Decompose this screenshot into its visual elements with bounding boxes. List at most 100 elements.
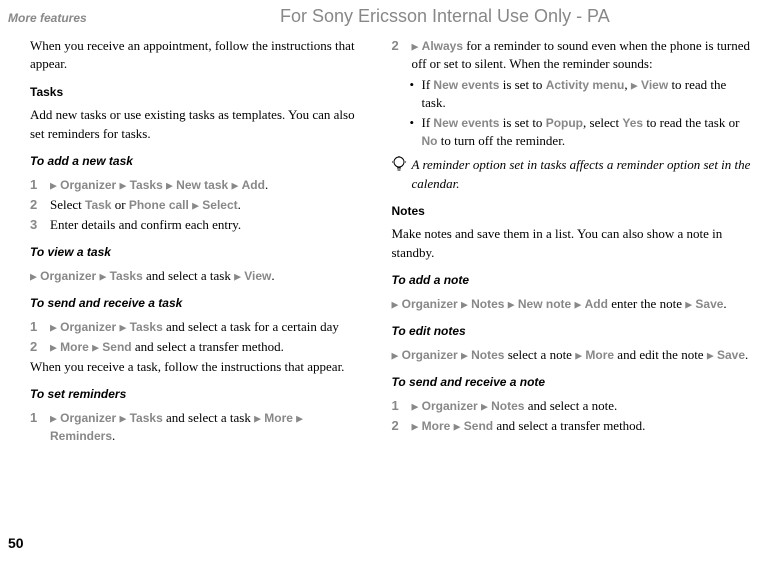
triangle-icon: ▶ (392, 299, 399, 309)
menu-item: Select (202, 198, 237, 212)
bullet-text: If New events is set to Popup, select Ye… (422, 114, 754, 150)
menu-item: More (422, 419, 451, 433)
text: , select (583, 115, 622, 130)
menu-item: Save (695, 297, 723, 311)
text: and select a transfer method. (132, 339, 284, 354)
receive-task-text: When you receive a task, follow the inst… (30, 358, 368, 376)
triangle-icon: ▶ (119, 414, 126, 424)
step-number: 2 (392, 417, 412, 435)
text: If (422, 77, 434, 92)
menu-item: Phone call (129, 198, 189, 212)
text: for a reminder to sound even when the ph… (412, 38, 751, 71)
menu-item: Organizer (40, 269, 96, 283)
menu-item: Organizer (422, 399, 478, 413)
menu-item: Notes (491, 399, 524, 413)
text: If (422, 115, 434, 130)
menu-item: Activity menu (546, 78, 625, 92)
lightbulb-icon (392, 156, 412, 172)
section-label: More features (8, 10, 87, 27)
menu-item: View (641, 78, 668, 92)
triangle-icon: ▶ (508, 299, 515, 309)
triangle-icon: ▶ (296, 414, 303, 424)
step-number: 2 (30, 196, 50, 214)
triangle-icon: ▶ (119, 180, 126, 190)
notes-heading: Notes (392, 203, 754, 220)
menu-item: Tasks (110, 269, 143, 283)
left-column: When you receive an appointment, follow … (30, 37, 392, 447)
period: . (271, 268, 274, 283)
menu-item: New events (433, 116, 499, 130)
triangle-icon: ▶ (119, 323, 126, 333)
view-task-heading: To view a task (30, 244, 368, 261)
edit-notes-heading: To edit notes (392, 323, 754, 340)
menu-item: More (264, 411, 293, 425)
step-number: 2 (30, 338, 50, 356)
menu-item: Organizer (60, 178, 116, 192)
text: and edit the note (614, 347, 707, 362)
set-reminders-heading: To set reminders (30, 386, 368, 403)
step-1: 1 ▶ Organizer ▶ Tasks and select a task … (30, 318, 368, 336)
step-1: 1 ▶ Organizer ▶ Tasks ▶ New task ▶ Add. (30, 176, 368, 194)
step-3: 3 Enter details and confirm each entry. (30, 216, 368, 234)
page-number: 50 (8, 534, 24, 554)
menu-item: No (422, 134, 438, 148)
step-number: 1 (30, 409, 50, 427)
step-text: ▶ More ▶ Send and select a transfer meth… (412, 417, 754, 435)
triangle-icon: ▶ (192, 200, 199, 210)
text: select a note (504, 347, 575, 362)
text: enter the note (608, 296, 685, 311)
menu-item: New task (176, 178, 228, 192)
step-2: 2 ▶ More ▶ Send and select a transfer me… (30, 338, 368, 356)
menu-item: Save (717, 348, 745, 362)
triangle-icon: ▶ (685, 299, 692, 309)
menu-item: New events (433, 78, 499, 92)
triangle-icon: ▶ (50, 180, 57, 190)
triangle-icon: ▶ (454, 422, 461, 432)
step-number: 3 (30, 216, 50, 234)
menu-item: Tasks (130, 178, 163, 192)
triangle-icon: ▶ (254, 414, 261, 424)
watermark-text: For Sony Ericsson Internal Use Only - PA (147, 4, 743, 29)
send-task-heading: To send and receive a task (30, 295, 368, 312)
step-number: 2 (392, 37, 412, 55)
text: is set to (499, 115, 545, 130)
edit-notes-text: ▶ Organizer ▶ Notes select a note ▶ More… (392, 346, 754, 364)
menu-item: Tasks (130, 320, 163, 334)
tip-callout: A reminder option set in tasks affects a… (392, 156, 754, 192)
triangle-icon: ▶ (30, 272, 37, 282)
tip-text: A reminder option set in tasks affects a… (412, 156, 754, 192)
triangle-icon: ▶ (461, 299, 468, 309)
triangle-icon: ▶ (234, 272, 241, 282)
triangle-icon: ▶ (412, 401, 419, 411)
step-text: ▶ Organizer ▶ Tasks and select a task fo… (50, 318, 368, 336)
notes-desc: Make notes and save them in a list. You … (392, 225, 754, 261)
bullet-icon: • (410, 114, 422, 132)
text: to read the task or (643, 115, 739, 130)
page-header: More features For Sony Ericsson Internal… (0, 0, 763, 29)
menu-item: New note (518, 297, 571, 311)
add-note-text: ▶ Organizer ▶ Notes ▶ New note ▶ Add ent… (392, 295, 754, 313)
text: or (111, 197, 128, 212)
menu-item: Reminders (50, 429, 112, 443)
triangle-icon: ▶ (92, 343, 99, 353)
triangle-icon: ▶ (166, 180, 173, 190)
triangle-icon: ▶ (99, 272, 106, 282)
period: . (238, 197, 241, 212)
menu-item: Organizer (60, 320, 116, 334)
step-1: 1 ▶ Organizer ▶ Notes and select a note. (392, 397, 754, 415)
step-number: 1 (30, 318, 50, 336)
step-number: 1 (30, 176, 50, 194)
step-text: ▶ Organizer ▶ Tasks ▶ New task ▶ Add. (50, 176, 368, 194)
tasks-heading: Tasks (30, 84, 368, 101)
add-note-heading: To add a note (392, 272, 754, 289)
triangle-icon: ▶ (574, 299, 581, 309)
bullet-text: If New events is set to Activity menu, ▶… (422, 76, 754, 112)
period: . (723, 296, 726, 311)
menu-item: Send (464, 419, 493, 433)
menu-item: Notes (471, 348, 504, 362)
intro-paragraph: When you receive an appointment, follow … (30, 37, 368, 73)
menu-item: Task (85, 198, 111, 212)
step-text: ▶ More ▶ Send and select a transfer meth… (50, 338, 368, 356)
triangle-icon: ▶ (50, 343, 57, 353)
text: and select a transfer method. (493, 418, 645, 433)
